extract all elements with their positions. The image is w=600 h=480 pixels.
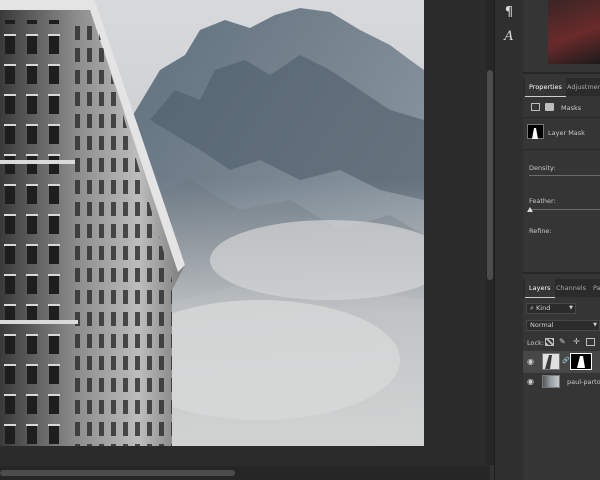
- layer-mask-thumbnail[interactable]: [570, 353, 592, 370]
- blend-mode-dropdown[interactable]: Normal ▼: [526, 320, 600, 331]
- tab-paths[interactable]: Pa: [589, 279, 600, 297]
- masks-label: Masks: [561, 104, 582, 112]
- tab-layers[interactable]: Layers: [525, 279, 555, 298]
- glyphs-icon[interactable]: A: [500, 28, 518, 46]
- lock-transparent-pixels-icon[interactable]: [545, 338, 554, 346]
- density-label: Density:: [529, 164, 556, 172]
- chevron-down-icon: ▼: [593, 322, 597, 328]
- paragraph-icon[interactable]: ¶: [500, 4, 518, 22]
- lock-artboard-icon[interactable]: [586, 338, 595, 346]
- search-icon: ⌕: [530, 304, 534, 312]
- layers-tab-bar: Layers Channels Pa: [523, 279, 600, 298]
- feather-slider-knob[interactable]: [527, 207, 533, 212]
- lock-label: Lock:: [527, 339, 545, 347]
- filter-kind-value: Kind: [536, 304, 551, 312]
- document-workspace[interactable]: [0, 0, 494, 480]
- lock-image-pixels-icon[interactable]: ✎: [559, 337, 566, 346]
- feather-slider[interactable]: [529, 209, 600, 210]
- layer-filter-dropdown[interactable]: ⌕ Kind ▼: [526, 303, 576, 314]
- feather-label: Feather:: [529, 197, 556, 205]
- lock-position-icon[interactable]: ✛: [573, 337, 580, 346]
- layer-row[interactable]: ◉ paul-partou: [523, 373, 600, 391]
- color-picker-field[interactable]: [548, 0, 600, 64]
- chevron-down-icon: ▼: [569, 305, 573, 311]
- layer-mask-label: Layer Mask: [548, 129, 585, 137]
- layer-thumbnail[interactable]: [542, 375, 560, 388]
- tab-properties[interactable]: Properties: [525, 78, 566, 97]
- mask-shape: [532, 128, 538, 139]
- layer-mask-shape: [577, 356, 585, 368]
- refine-label: Refine:: [529, 227, 552, 235]
- panel-icon-strip: ¶ A: [494, 0, 524, 480]
- vector-mask-icon[interactable]: [545, 103, 554, 111]
- section-divider: [523, 117, 600, 118]
- panel-divider: [523, 72, 600, 74]
- tab-adjustments[interactable]: Adjustments: [563, 78, 600, 96]
- document-canvas[interactable]: [0, 0, 424, 446]
- layer-name[interactable]: paul-partou: [567, 378, 600, 386]
- pixel-mask-icon[interactable]: [531, 103, 540, 111]
- vertical-scrollbar[interactable]: [486, 0, 494, 465]
- section-divider: [523, 149, 600, 150]
- panel-divider: [523, 272, 600, 274]
- link-icon[interactable]: 🔗: [562, 357, 569, 364]
- tab-channels[interactable]: Channels: [552, 279, 590, 297]
- layer-row[interactable]: ◉ 🔗: [523, 351, 600, 373]
- eye-icon[interactable]: ◉: [527, 357, 534, 366]
- layer-mask-thumbnail[interactable]: [527, 124, 544, 139]
- density-slider[interactable]: [529, 175, 600, 176]
- layer-thumbnail[interactable]: [542, 353, 560, 370]
- vertical-scroll-thumb[interactable]: [487, 70, 493, 280]
- blend-mode-value: Normal: [530, 321, 554, 329]
- horizontal-scrollbar[interactable]: [0, 466, 490, 480]
- canvas-image: [0, 0, 424, 446]
- properties-tab-bar: Properties Adjustments: [523, 78, 600, 97]
- layer-thumbnail-image: [545, 355, 552, 369]
- eye-icon[interactable]: ◉: [527, 377, 534, 386]
- horizontal-scroll-thumb[interactable]: [0, 470, 235, 476]
